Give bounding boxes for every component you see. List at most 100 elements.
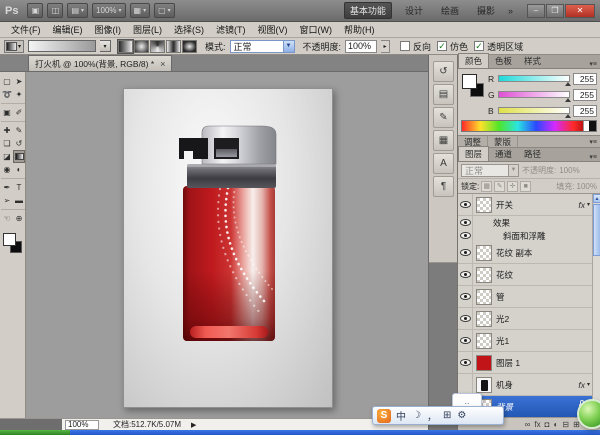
反向-checkbox[interactable] [400, 41, 410, 51]
layer-thumbnail[interactable] [476, 377, 492, 393]
menu-图像(I)[interactable]: 图像(I) [90, 23, 127, 36]
close-tab-icon[interactable]: × [160, 59, 165, 69]
eye-icon[interactable] [460, 293, 471, 300]
visibility-cell[interactable] [458, 216, 473, 229]
reflected-gradient-button[interactable] [166, 40, 181, 53]
new-adjustment-layer-icon[interactable]: ◐ [553, 420, 558, 429]
workspace-摄影[interactable]: 摄影 [472, 3, 500, 18]
visibility-cell[interactable] [458, 352, 473, 373]
layer-thumbnail[interactable] [476, 197, 492, 213]
layer-row-花纹 副本[interactable]: 花纹 副本 [458, 242, 592, 264]
layer-thumbnail[interactable] [476, 289, 492, 305]
zoom-level-button[interactable]: 100%▾ [92, 3, 125, 18]
tool-preset-picker[interactable]: ▾ [4, 40, 24, 53]
workspace-设计[interactable]: 设计 [400, 3, 428, 18]
move-tool[interactable]: ➤ [13, 75, 25, 88]
diamond-gradient-button[interactable] [182, 40, 197, 53]
new-group-icon[interactable]: ⊟ [562, 420, 569, 429]
punctuation-toggle-icon[interactable]: ， [427, 408, 437, 423]
layer-thumbnail[interactable] [476, 355, 492, 371]
layer-row-光2[interactable]: 光2 [458, 308, 592, 330]
layer-thumbnail[interactable] [476, 311, 492, 327]
brush-tool[interactable]: ✎ [13, 124, 25, 137]
document-canvas[interactable] [123, 88, 333, 408]
status-options-arrow[interactable]: ▶ [191, 421, 196, 429]
styles-panel-icon[interactable]: ✎ [433, 107, 454, 128]
radial-gradient-button[interactable] [134, 40, 149, 53]
info-panel-icon[interactable]: ▦ [433, 130, 454, 151]
fullwidth-toggle-icon[interactable]: ☽ [412, 410, 421, 421]
menu-视图(V)[interactable]: 视图(V) [253, 23, 293, 36]
eye-icon[interactable] [460, 315, 471, 322]
spectrum-gradient[interactable] [462, 121, 583, 131]
actions-panel-icon[interactable]: ▤ [433, 84, 454, 105]
workspace-基本功能[interactable]: 基本功能 [344, 2, 392, 19]
透明区域-checkbox[interactable]: ✓ [474, 41, 484, 51]
menu-编辑(E)[interactable]: 编辑(E) [48, 23, 88, 36]
menu-帮助(H)[interactable]: 帮助(H) [339, 23, 380, 36]
slider-knob[interactable] [565, 82, 571, 86]
panel-menu-icon[interactable]: ▾≡ [586, 60, 600, 68]
layer-style-icon[interactable]: fx [534, 420, 540, 429]
visibility-cell[interactable] [458, 374, 473, 395]
pen-tool[interactable]: ✒ [1, 181, 13, 194]
layer-opacity-value[interactable]: 100% [559, 166, 579, 175]
slider-knob[interactable] [565, 114, 571, 118]
opacity-slider-button[interactable]: ▸ [381, 40, 390, 53]
type-tool[interactable]: T [13, 181, 25, 194]
clone-stamp-tool[interactable]: ❏ [1, 137, 13, 150]
color-tab-色板[interactable]: 色板 [489, 54, 518, 68]
layer-blend-mode-select[interactable]: 正常 ▼ [461, 164, 519, 177]
visibility-cell[interactable] [458, 308, 473, 329]
zoom-tool[interactable]: ⊕ [13, 212, 25, 225]
angle-gradient-button[interactable] [150, 40, 165, 53]
gradient-preview[interactable] [28, 40, 96, 52]
dodge-tool[interactable]: ◐ [13, 163, 25, 176]
menu-文件(F)[interactable]: 文件(F) [6, 23, 46, 36]
workspace-overflow-button[interactable]: » [508, 6, 513, 16]
layers-tab-通道[interactable]: 通道 [489, 147, 518, 161]
paragraph-panel-icon[interactable]: ¶ [433, 176, 454, 197]
layer-row-管[interactable]: 管 [458, 286, 592, 308]
sogou-logo[interactable]: S [377, 409, 391, 423]
lasso-tool[interactable]: ➰ [1, 88, 13, 101]
foreground-color-swatch[interactable] [3, 233, 16, 246]
checkbox-反向[interactable]: 反向 [400, 40, 431, 53]
menu-图层(L)[interactable]: 图层(L) [128, 23, 167, 36]
history-panel-icon[interactable]: ↺ [433, 61, 454, 82]
lock-all-icon[interactable]: ■ [520, 181, 531, 192]
eye-icon[interactable] [460, 249, 471, 256]
checkbox-透明区域[interactable]: ✓透明区域 [474, 40, 523, 53]
close-button[interactable]: ✕ [565, 4, 595, 18]
checkbox-仿色[interactable]: ✓仿色 [437, 40, 468, 53]
layer-row-花纹[interactable]: 花纹 [458, 264, 592, 286]
add-layer-mask-icon[interactable]: ◘ [545, 420, 550, 429]
visibility-cell[interactable] [458, 264, 473, 285]
chinese-mode-icon[interactable]: 中 [396, 408, 406, 423]
hand-tool[interactable]: ☜ [1, 212, 13, 225]
quick-selection-tool[interactable]: ✦ [13, 88, 25, 101]
character-panel-icon[interactable]: A [433, 153, 454, 174]
canvas-area[interactable] [26, 72, 428, 418]
link-layers-icon[interactable]: ∞ [525, 420, 531, 429]
scroll-up-icon[interactable]: ▲ [593, 194, 600, 203]
visibility-cell[interactable] [458, 330, 473, 351]
eyedropper-tool[interactable]: ✐ [13, 106, 25, 119]
eye-icon[interactable] [460, 337, 471, 344]
menu-滤镜(T)[interactable]: 滤镜(T) [211, 23, 251, 36]
crop-tool[interactable]: ▣ [1, 106, 13, 119]
layer-thumbnail[interactable] [476, 245, 492, 261]
floating-assistant-ball[interactable] [577, 399, 600, 429]
G-value-field[interactable]: 255 [573, 89, 597, 101]
blur-tool[interactable]: ◉ [1, 163, 13, 176]
lock-transparent-pixels-icon[interactable]: ▦ [481, 181, 492, 192]
mini-bridge-button[interactable]: ◫ [47, 3, 63, 18]
soft-keyboard-icon[interactable]: ⊞ [443, 410, 451, 421]
eraser-tool[interactable]: ◪ [1, 150, 13, 163]
G-slider[interactable] [498, 91, 570, 98]
lock-image-pixels-icon[interactable]: ✎ [494, 181, 505, 192]
layer-effects-badge[interactable]: fx▾ [578, 380, 590, 390]
layer-row-图层 1[interactable]: 图层 1 [458, 352, 592, 374]
tab-蒙版[interactable]: 蒙版 [488, 136, 518, 147]
visibility-cell[interactable] [458, 194, 473, 215]
